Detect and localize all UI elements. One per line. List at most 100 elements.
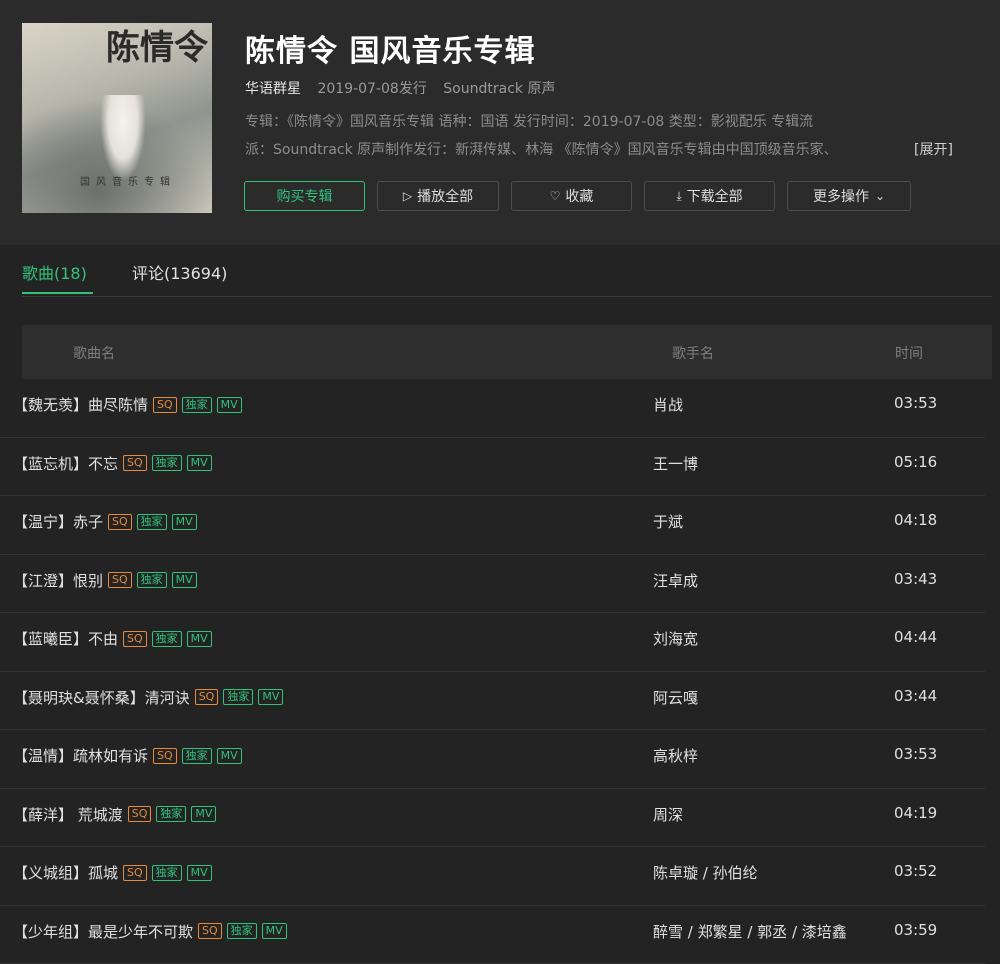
mv-badge[interactable]: MV — [172, 514, 197, 530]
mv-badge[interactable]: MV — [172, 572, 197, 588]
song-title[interactable]: 【少年组】最是少年不可欺 — [13, 921, 193, 942]
song-row[interactable]: 【义城组】孤城SQ独家MV陈卓璇 / 孙伯纶03:52 — [0, 847, 985, 906]
song-title-cell: 【聂明玦&聂怀桑】清河诀SQ独家MV — [13, 687, 283, 708]
song-duration: 03:59 — [894, 921, 937, 939]
tab-comments[interactable]: 评论(13694) — [132, 260, 227, 284]
song-row[interactable]: 【蓝忘机】不忘SQ独家MV王一博05:16 — [0, 438, 985, 497]
song-duration: 05:16 — [894, 453, 937, 471]
song-duration: 04:19 — [894, 804, 937, 822]
download-all-label: 下载全部 — [687, 186, 743, 206]
mv-badge[interactable]: MV — [217, 397, 242, 413]
album-release-date: 2019-07-08发行 — [317, 81, 426, 97]
song-title[interactable]: 【温宁】赤子 — [13, 511, 103, 532]
song-singer[interactable]: 汪卓成 — [653, 570, 698, 591]
column-duration[interactable]: 时间 — [895, 343, 923, 363]
more-actions-button[interactable]: 更多操作 ⌄ — [787, 181, 911, 211]
favorite-button[interactable]: ♡ 收藏 — [511, 181, 632, 211]
song-title[interactable]: 【义城组】孤城 — [13, 862, 118, 883]
song-singer[interactable]: 王一博 — [653, 453, 698, 474]
song-singer[interactable]: 高秋梓 — [653, 745, 698, 766]
song-row[interactable]: 【蓝曦臣】不由 SQ 独家 MV 刘海宽 04:44 — [0, 613, 985, 672]
sq-badge: SQ — [153, 397, 177, 413]
play-all-button[interactable]: ▷ 播放全部 — [377, 181, 499, 211]
song-title-cell: 【温情】疏林如有诉 SQ 独家 MV — [13, 745, 242, 766]
song-table-header: 歌曲名 歌手名 时间 — [22, 325, 992, 379]
song-title-cell: 【江澄】恨别 SQ 独家 MV — [13, 570, 197, 591]
song-title[interactable]: 【蓝忘机】不忘 — [13, 453, 118, 474]
song-singer[interactable]: 肖战 — [653, 394, 683, 415]
song-row[interactable]: 【江澄】恨别SQ独家MV汪卓成03:43 — [0, 555, 985, 614]
sq-badge: SQ — [108, 572, 132, 588]
download-all-button[interactable]: ⤓ 下载全部 — [644, 181, 775, 211]
buy-album-button[interactable]: 购买专辑 — [244, 181, 365, 211]
song-title[interactable]: 【薛洋】 荒城渡 — [13, 804, 123, 825]
album-description-line: 专辑：《陈情令》国风音乐专辑 语种：国语 发行时间：2019-07-08 类型：… — [245, 108, 905, 136]
exclusive-badge: 独家 — [137, 572, 167, 588]
play-all-label: 播放全部 — [417, 186, 473, 206]
download-icon: ⤓ — [676, 189, 681, 204]
album-cover[interactable]: 陈情令 国风音乐专辑 — [22, 23, 212, 213]
buy-album-label: 购买专辑 — [277, 186, 333, 206]
exclusive-badge: 独家 — [156, 806, 186, 822]
exclusive-badge: 独家 — [223, 689, 253, 705]
sq-badge: SQ — [108, 514, 132, 530]
song-duration: 03:53 — [894, 745, 937, 763]
song-singer[interactable]: 刘海宽 — [653, 628, 698, 649]
album-tabs: 歌曲(18) 评论(13694) — [22, 250, 992, 297]
mv-badge[interactable]: MV — [187, 865, 212, 881]
song-singer[interactable]: 醉雪 / 郑繁星 / 郭丞 / 漆培鑫 — [653, 921, 847, 942]
song-row[interactable]: 【聂明玦&聂怀桑】清河诀SQ独家MV阿云嘎03:44 — [0, 672, 985, 731]
mv-badge[interactable]: MV — [187, 455, 212, 471]
song-title[interactable]: 【江澄】恨别 — [13, 570, 103, 591]
album-meta: 华语群星 2019-07-08发行 Soundtrack 原声 — [245, 78, 567, 98]
song-singer[interactable]: 陈卓璇 / 孙伯纶 — [653, 862, 758, 883]
column-singer[interactable]: 歌手名 — [672, 343, 714, 363]
tab-songs[interactable]: 歌曲(18) — [22, 260, 87, 284]
exclusive-badge: 独家 — [227, 923, 257, 939]
song-duration: 04:18 — [894, 511, 937, 529]
exclusive-badge: 独家 — [152, 865, 182, 881]
song-title-cell: 【蓝曦臣】不由 SQ 独家 MV — [13, 628, 212, 649]
song-singer[interactable]: 于斌 — [653, 511, 683, 532]
song-list: 【魏无羡】曲尽陈情 SQ 独家 MV 肖战 03:53 【蓝忘机】不忘 SQ 独家 MV 王一博 05… — [0, 379, 1000, 964]
sq-badge: SQ — [198, 923, 222, 939]
song-row[interactable]: 【魏无羡】曲尽陈情SQ独家MV肖战03:53 — [0, 379, 985, 438]
more-actions-label: 更多操作 — [813, 186, 869, 206]
cover-tag: 国风音乐专辑 — [80, 173, 176, 188]
album-artist-link[interactable]: 华语群星 — [245, 81, 301, 97]
mv-badge[interactable]: MV — [258, 689, 283, 705]
song-duration: 03:53 — [894, 394, 937, 412]
play-icon: ▷ — [403, 189, 412, 203]
mv-badge[interactable]: MV — [262, 923, 287, 939]
mv-badge[interactable]: MV — [217, 748, 242, 764]
song-title[interactable]: 【蓝曦臣】不由 — [13, 628, 118, 649]
exclusive-badge: 独家 — [182, 748, 212, 764]
song-title[interactable]: 【聂明玦&聂怀桑】清河诀 — [13, 687, 190, 708]
song-row[interactable]: 【温情】疏林如有诉 SQ 独家 MV 高秋梓 03:53 — [0, 730, 985, 789]
song-title[interactable]: 【魏无羡】曲尽陈情 — [13, 394, 148, 415]
song-duration: 04:44 — [894, 628, 937, 646]
active-tab-indicator — [22, 292, 93, 294]
song-singer[interactable]: 阿云嘎 — [653, 687, 698, 708]
sq-badge: SQ — [123, 455, 147, 471]
sq-badge: SQ — [123, 631, 147, 647]
album-header: 陈情令 国风音乐专辑 陈情令 国风音乐专辑 华语群星 2019-07-08发行 … — [0, 0, 1000, 245]
mv-badge[interactable]: MV — [187, 631, 212, 647]
song-row[interactable]: 【温宁】赤子 SQ 独家 MV 于斌 04:18 — [0, 496, 985, 555]
exclusive-badge: 独家 — [137, 514, 167, 530]
column-song-name[interactable]: 歌曲名 — [73, 343, 115, 363]
song-title[interactable]: 【温情】疏林如有诉 — [13, 745, 148, 766]
song-singer[interactable]: 周深 — [653, 804, 683, 825]
exclusive-badge: 独家 — [152, 631, 182, 647]
sq-badge: SQ — [153, 748, 177, 764]
chevron-down-icon: ⌄ — [875, 189, 885, 203]
song-row[interactable]: 【少年组】最是少年不可欺 SQ 独家 MV 醉雪 / 郑繁星 / 郭丞 / 漆培鑫 03:… — [0, 906, 985, 964]
album-title: 陈情令 国风音乐专辑 — [245, 26, 535, 70]
album-description-line: 派：Soundtrack 原声制作发行：新湃传媒、林海 《陈情令》国风音乐专辑由… — [245, 136, 905, 164]
song-title-cell: 【少年组】最是少年不可欺 SQ 独家 MV — [13, 921, 287, 942]
mv-badge[interactable]: MV — [191, 806, 216, 822]
expand-description-link[interactable]: [展开] — [914, 136, 953, 164]
cover-logo: 陈情令 — [106, 31, 208, 65]
song-row[interactable]: 【薛洋】 荒城渡SQ独家MV周深04:19 — [0, 789, 985, 848]
song-duration: 03:52 — [894, 862, 937, 880]
